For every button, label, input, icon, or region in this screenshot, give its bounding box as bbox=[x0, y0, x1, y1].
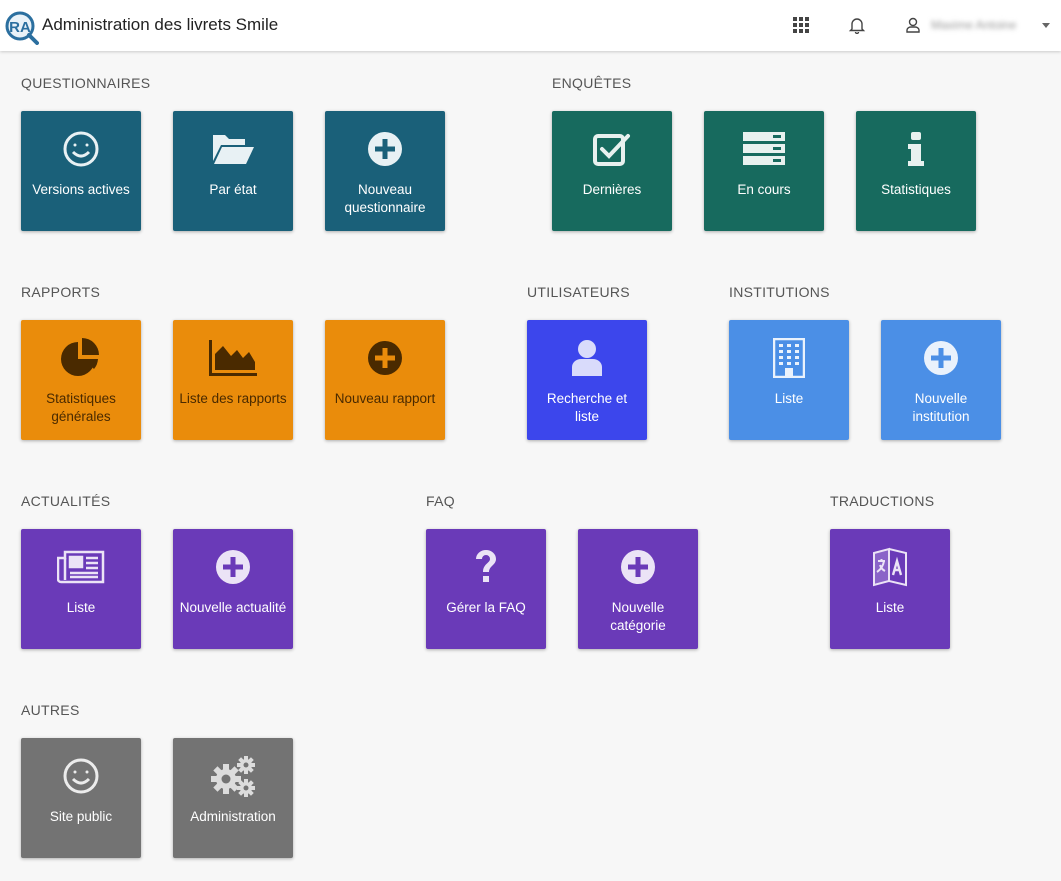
section-title-rapports: RAPPORTS bbox=[21, 284, 101, 300]
tile-liste-des-rapports[interactable]: Liste des rapports bbox=[173, 320, 293, 440]
tile-label: Dernières bbox=[582, 182, 642, 197]
tile-label: Nouvelle catégorie bbox=[610, 600, 666, 633]
tile-nouvelle-categorie[interactable]: Nouvelle catégorie bbox=[578, 529, 698, 649]
section-title-autres: AUTRES bbox=[21, 702, 80, 718]
tile-label: Nouvelle actualité bbox=[179, 600, 287, 615]
plus-circle-icon bbox=[578, 547, 698, 587]
tile-label: Statistiques générales bbox=[46, 391, 116, 424]
area-chart-icon bbox=[173, 338, 293, 378]
tile-en-cours[interactable]: En cours bbox=[704, 111, 824, 231]
tile-par-etat[interactable]: Par état bbox=[173, 111, 293, 231]
tile-label: Gérer la FAQ bbox=[446, 600, 526, 615]
section-title-institutions: INSTITUTIONS bbox=[729, 284, 830, 300]
tile-label: Par état bbox=[209, 182, 257, 197]
checkbox-icon bbox=[552, 129, 672, 169]
tile-liste-actualites[interactable]: Liste bbox=[21, 529, 141, 649]
bell-icon[interactable] bbox=[846, 14, 868, 36]
tile-liste-institutions[interactable]: Liste bbox=[729, 320, 849, 440]
info-icon bbox=[856, 129, 976, 169]
tile-label: Statistiques bbox=[881, 182, 951, 197]
user-icon[interactable] bbox=[902, 14, 924, 36]
tile-liste-traductions[interactable]: Liste bbox=[830, 529, 950, 649]
tile-label: Liste bbox=[875, 600, 905, 615]
question-icon bbox=[426, 547, 546, 587]
tile-nouvelle-institution[interactable]: Nouvelle institution bbox=[881, 320, 1001, 440]
plus-circle-icon bbox=[173, 547, 293, 587]
tile-administration[interactable]: Administration bbox=[173, 738, 293, 858]
user-icon bbox=[527, 338, 647, 378]
app-logo[interactable]: RA bbox=[5, 11, 39, 45]
svg-text:RA: RA bbox=[9, 19, 31, 36]
tile-label: Nouveau questionnaire bbox=[344, 182, 426, 215]
tile-label: Liste bbox=[774, 391, 804, 406]
tile-label: Administration bbox=[190, 809, 276, 824]
section-title-utilisateurs: UTILISATEURS bbox=[527, 284, 630, 300]
tile-recherche-et-liste[interactable]: Recherche et liste bbox=[527, 320, 647, 440]
tile-nouveau-questionnaire[interactable]: Nouveau questionnaire bbox=[325, 111, 445, 231]
section-title-actualites: ACTUALITÉS bbox=[21, 493, 111, 509]
plus-circle-icon bbox=[325, 338, 445, 378]
smiley-icon bbox=[21, 756, 141, 796]
smiley-icon bbox=[21, 129, 141, 169]
tile-gerer-la-faq[interactable]: Gérer la FAQ bbox=[426, 529, 546, 649]
tile-label: Nouveau rapport bbox=[334, 391, 436, 406]
tile-label: Recherche et liste bbox=[546, 391, 628, 424]
newspaper-icon bbox=[21, 547, 141, 587]
tile-label: Liste bbox=[66, 600, 96, 615]
server-icon bbox=[704, 129, 824, 169]
section-title-faq: FAQ bbox=[426, 493, 455, 509]
section-title-questionnaires: QUESTIONNAIRES bbox=[21, 75, 151, 91]
folder-open-icon bbox=[173, 129, 293, 169]
top-bar: RA Administration des livrets Smile Maxi… bbox=[0, 0, 1061, 51]
tile-label: Site public bbox=[49, 809, 113, 824]
tile-versions-actives[interactable]: Versions actives bbox=[21, 111, 141, 231]
tile-nouvelle-actualite[interactable]: Nouvelle actualité bbox=[173, 529, 293, 649]
tile-site-public[interactable]: Site public bbox=[21, 738, 141, 858]
tile-dernieres[interactable]: Dernières bbox=[552, 111, 672, 231]
pie-chart-icon bbox=[21, 338, 141, 378]
app-title: Administration des livrets Smile bbox=[42, 15, 279, 34]
section-title-enquetes: ENQUÊTES bbox=[552, 75, 632, 91]
tile-label: Liste des rapports bbox=[179, 391, 287, 406]
translate-icon bbox=[830, 547, 950, 587]
user-name[interactable]: Maxime Antoine bbox=[931, 18, 1016, 32]
building-icon bbox=[729, 338, 849, 378]
chevron-down-icon[interactable] bbox=[1042, 23, 1050, 28]
plus-circle-icon bbox=[325, 129, 445, 169]
tile-statistiques-generales[interactable]: Statistiques générales bbox=[21, 320, 141, 440]
gears-icon bbox=[173, 756, 293, 797]
tile-nouveau-rapport[interactable]: Nouveau rapport bbox=[325, 320, 445, 440]
section-title-traductions: TRADUCTIONS bbox=[830, 493, 935, 509]
tile-label: Nouvelle institution bbox=[912, 391, 970, 424]
tile-label: Versions actives bbox=[32, 182, 130, 197]
tile-label: En cours bbox=[737, 182, 791, 197]
tile-statistiques[interactable]: Statistiques bbox=[856, 111, 976, 231]
apps-grid-icon[interactable] bbox=[790, 14, 812, 36]
plus-circle-icon bbox=[881, 338, 1001, 378]
